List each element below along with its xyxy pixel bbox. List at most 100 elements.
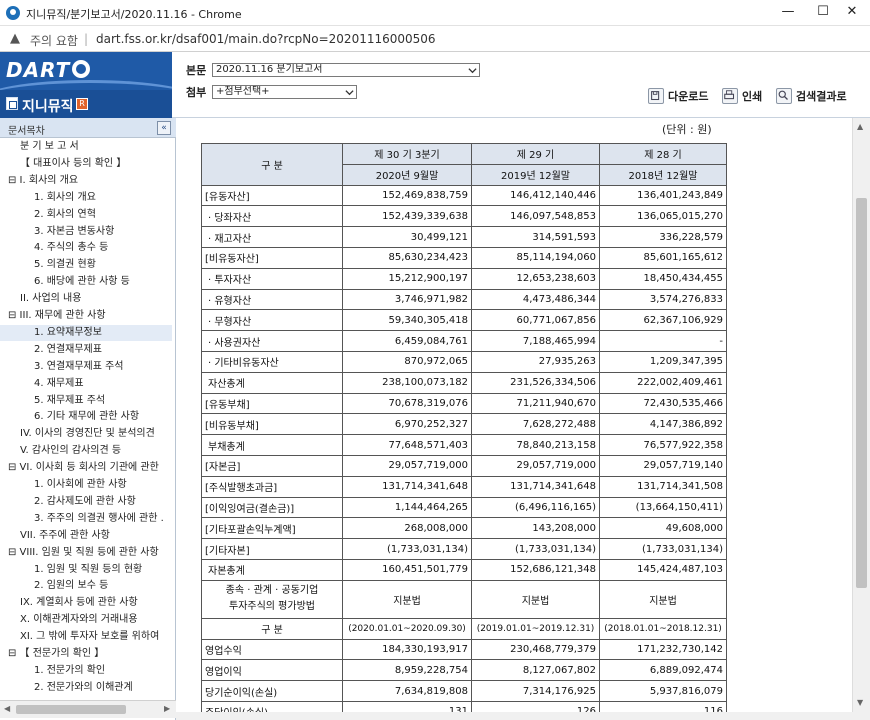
company-doc-icon <box>6 97 18 110</box>
url-text[interactable]: dart.fss.or.kr/dsaf001/main.do?rcpNo=202… <box>96 32 436 46</box>
value-cell: 71,211,940,670 <box>471 392 600 415</box>
value-cell: 146,097,548,853 <box>471 205 600 228</box>
search-icon <box>776 88 792 104</box>
table-row: [유동부채] 70,678,319,076 71,211,940,670 72,430… <box>201 392 727 415</box>
value-cell: 30,499,121 <box>342 226 472 248</box>
value-cell: (6,496,116,165) <box>471 496 600 519</box>
content-vertical-scrollbar[interactable]: ▲ ▼ <box>852 118 870 712</box>
security-warning-label[interactable]: 주의 요함 <box>30 32 78 49</box>
toc-item[interactable]: ⊟ VI. 이사회 등 회사의 기관에 관한 <box>0 460 172 476</box>
window-titlebar: 지니뮤직/분기보고서/2020.11.16 - Chrome — ☐ ✕ <box>0 0 870 26</box>
search-results-button[interactable]: 검색결과로 <box>776 86 847 106</box>
toc-item[interactable]: IV. 이사의 경영진단 및 분석의견 <box>0 426 172 442</box>
valuation-method-row: 종속 · 관계 · 공동기업 투자주식의 평가방법 지분법 지분법 지분법 <box>201 579 727 619</box>
summary-financial-table: 구 분 제 30 기 3분기 제 29 기 제 28 기 2020년 9월말 2… <box>201 143 727 712</box>
toc-item[interactable]: II. 사업의 내용 <box>0 291 172 307</box>
value-cell: 18,450,434,455 <box>599 267 727 290</box>
toc-item[interactable]: 5. 의결권 현황 <box>0 257 172 273</box>
toc-item[interactable]: 6. 배당에 관한 사항 등 <box>0 274 172 290</box>
toc-item[interactable]: ⊟ III. 재무에 관한 사항 <box>0 308 172 324</box>
value-cell: 지분법 <box>599 579 727 619</box>
toc-item[interactable]: 분 기 보 고 서 <box>0 139 172 155</box>
main-doc-select-value: 2020.11.16 분기보고서 <box>216 64 323 75</box>
toc-item[interactable]: VII. 주주에 관한 사항 <box>0 528 172 544</box>
toc-item[interactable]: 1. 임원 및 직원 등의 현황 <box>0 562 172 578</box>
toc-item[interactable]: V. 감사인의 감사의견 등 <box>0 443 172 459</box>
toc-item[interactable]: 1. 회사의 개요 <box>0 190 172 206</box>
dart-logo-mark-icon <box>72 60 90 78</box>
toc-item[interactable]: 1. 요약재무정보 <box>0 324 172 341</box>
value-cell: 6,970,252,327 <box>342 413 472 436</box>
value-cell: (1,733,031,134) <box>342 538 472 560</box>
row-label: · 투자자산 <box>201 267 343 290</box>
table-row: 당기순이익(손실) 7,634,819,808 7,314,176,925 5,937… <box>201 680 727 702</box>
toc-item[interactable]: ⊟ I. 회사의 개요 <box>0 173 172 189</box>
collapse-sidebar-button[interactable]: « <box>157 121 171 135</box>
row-label: [비유동부채] <box>201 413 343 436</box>
toc-item[interactable]: 2. 임원의 보수 등 <box>0 578 172 594</box>
scroll-right-icon[interactable]: ▶ <box>164 704 170 713</box>
toc-item[interactable]: ⊟ VIII. 임원 및 직원 등에 관한 사항 <box>0 545 172 561</box>
company-row: 지니뮤직 R <box>0 90 172 118</box>
document-content: (단위 : 원) 구 분 제 30 기 3분기 제 29 기 제 28 기 20… <box>184 118 852 712</box>
value-cell: 6,459,084,761 <box>342 330 472 352</box>
toc-item[interactable]: 2. 전문가와의 이해관계 <box>0 680 172 696</box>
search-results-label: 검색결과로 <box>796 90 847 103</box>
scroll-left-icon[interactable]: ◀ <box>4 704 10 713</box>
table-row: [기타포괄손익누계액] 268,008,000 143,208,000 49,608,… <box>201 517 727 540</box>
sidebar-horizontal-scrollbar[interactable]: ◀ ▶ <box>0 700 176 718</box>
dart-logo[interactable]: DART <box>6 58 70 82</box>
close-button[interactable]: ✕ <box>830 0 870 26</box>
row-label: · 유형자산 <box>201 288 343 311</box>
main-doc-select[interactable]: 2020.11.16 분기보고서 <box>212 63 480 77</box>
value-cell: 336,228,579 <box>599 226 727 248</box>
print-button[interactable]: 인쇄 <box>722 86 762 106</box>
toc-item[interactable]: 3. 자본금 변동사항 <box>0 224 172 240</box>
warning-triangle-icon[interactable]: ▲ <box>10 31 20 46</box>
value-cell: 29,057,719,000 <box>471 454 600 477</box>
sidebar-scroll-thumb[interactable] <box>16 705 126 714</box>
address-bar[interactable]: ▲ 주의 요함 | dart.fss.or.kr/dsaf001/main.do… <box>0 26 870 52</box>
value-cell: 지분법 <box>471 579 600 619</box>
value-cell: 7,314,176,925 <box>471 680 600 702</box>
toc-item[interactable]: ⊟ 【 전문가의 확인 】 <box>0 646 172 662</box>
toc-item[interactable]: 2. 연결재무제표 <box>0 342 172 358</box>
toc-item[interactable]: 2. 회사의 연혁 <box>0 207 172 223</box>
value-cell: 지분법 <box>342 579 472 619</box>
toc-item[interactable]: 4. 주식의 총수 등 <box>0 240 172 256</box>
period-cell: (2018.01.01~2018.12.31) <box>599 617 727 640</box>
row-label: 부채총계 <box>201 434 343 456</box>
toc-item[interactable]: X. 이해관계자와의 거래내용 <box>0 612 172 628</box>
row-label: [기타자본] <box>201 538 343 560</box>
scroll-down-icon[interactable]: ▼ <box>857 698 863 707</box>
valuation-method-line: 종속 · 관계 · 공동기업 <box>225 585 319 597</box>
row-label: · 당좌자산 <box>201 205 343 228</box>
value-cell: - <box>599 330 727 352</box>
value-cell: 8,959,228,754 <box>342 659 472 682</box>
value-cell: (13,664,150,411) <box>599 496 727 519</box>
toc-item[interactable]: IX. 계열회사 등에 관한 사항 <box>0 595 172 611</box>
toc-item[interactable]: 3. 주주의 의결권 행사에 관한 . <box>0 511 172 527</box>
toc-item[interactable]: 【 대표이사 등의 확인 】 <box>0 156 172 172</box>
valuation-method-line: 투자주식의 평가방법 <box>229 601 315 613</box>
toc-item[interactable]: 5. 재무제표 주석 <box>0 393 172 409</box>
toc-item[interactable]: 2. 감사제도에 관한 사항 <box>0 494 172 510</box>
attachment-select[interactable]: +첨부선택+ <box>212 85 357 99</box>
toc-item[interactable]: XI. 그 밖에 투자자 보호를 위하여 <box>0 629 172 645</box>
content-scroll-thumb[interactable] <box>856 198 867 588</box>
toc-item[interactable]: 1. 전문가의 확인 <box>0 663 172 679</box>
value-cell: 15,212,900,197 <box>342 267 472 290</box>
table-row: · 무형자산 59,340,305,418 60,771,067,856 62,367… <box>201 309 727 332</box>
value-cell: (1,733,031,134) <box>471 538 600 560</box>
toc-item[interactable]: 1. 이사회에 관한 사항 <box>0 477 172 493</box>
header-period: 제 28 기 <box>599 143 727 165</box>
row-label: [유동자산] <box>201 184 343 207</box>
table-row: · 당좌자산 152,439,339,638 146,097,548,853 136,… <box>201 205 727 228</box>
toc-item[interactable]: 6. 기타 재무에 관한 사항 <box>0 409 172 425</box>
download-button[interactable]: 다운로드 <box>648 86 708 106</box>
scroll-up-icon[interactable]: ▲ <box>857 122 863 131</box>
value-cell: 131,714,341,648 <box>342 475 472 498</box>
header-date: 2019년 12월말 <box>471 163 600 186</box>
toc-item[interactable]: 4. 재무제표 <box>0 376 172 392</box>
toc-item[interactable]: 3. 연결재무제표 주석 <box>0 359 172 375</box>
